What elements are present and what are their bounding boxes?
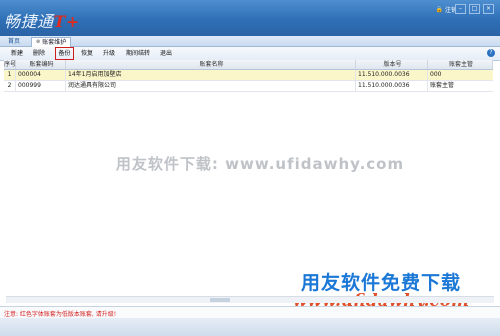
app-logo: 畅捷通T+ — [4, 8, 80, 31]
table-row[interactable]: 1 000004 14年1月启用加壁店 11.510.000.0036 000 — [4, 70, 493, 81]
maximize-button[interactable]: □ — [469, 4, 480, 14]
lock-icon: 🔒 — [435, 6, 443, 13]
new-button[interactable]: 新建 — [10, 49, 24, 58]
row-account-name: 润达通具有限公司 — [66, 81, 356, 91]
tab-label: 账套维护 — [42, 39, 67, 46]
backup-button[interactable]: 备份 — [55, 47, 74, 60]
account-table: 序号 账套编码 账套名称 版本号 账套主管 1 000004 14年1月启用加壁… — [4, 60, 493, 92]
horizontal-scrollbar[interactable] — [6, 296, 494, 303]
help-icon[interactable]: ? — [487, 49, 495, 57]
row-index: 1 — [4, 70, 16, 80]
header-index[interactable]: 序号 — [4, 60, 16, 69]
row-supervisor: 000 — [430, 71, 442, 78]
period-carryover-button[interactable]: 期间结转 — [124, 49, 152, 58]
tab-home[interactable]: 首页 — [4, 37, 24, 46]
app-window: 畅捷通T+ 🔒 注销 – □ × 首页 ⊗ 账套维护 新建 删除 备份 恢复 升… — [0, 0, 500, 336]
row-account-code: 000004 — [16, 70, 66, 80]
delete-button[interactable]: 删除 — [32, 49, 46, 58]
upgrade-button[interactable]: 升级 — [102, 49, 116, 58]
row-version: 11.510.000.0036 — [356, 81, 428, 91]
status-message: 注意: 红色字体账套为低版本账套, 请升级! — [4, 311, 117, 318]
header-supervisor[interactable]: 账套主管 — [428, 60, 493, 69]
row-account-code: 000999 — [16, 81, 66, 91]
exit-button[interactable]: 退出 — [159, 49, 173, 58]
close-button[interactable]: × — [483, 4, 494, 14]
header-version[interactable]: 版本号 — [356, 60, 428, 69]
minimize-button[interactable]: – — [455, 4, 466, 14]
watermark-center: 用友软件下载: www.ufidawhy.com — [115, 155, 405, 173]
row-supervisor: 账套主管 — [430, 82, 455, 89]
logout-button[interactable]: 🔒 注销 — [436, 5, 458, 14]
header-account-code[interactable]: 账套编码 — [16, 60, 66, 69]
toolbar: 新建 删除 备份 恢复 升级 期间结转 退出 ? — [0, 47, 500, 61]
table-header-row: 序号 账套编码 账套名称 版本号 账套主管 — [4, 60, 493, 70]
tab-bar: 首页 ⊗ 账套维护 — [0, 36, 500, 47]
restore-button[interactable]: 恢复 — [80, 49, 94, 58]
tab-account-maintenance[interactable]: ⊗ 账套维护 — [31, 37, 72, 47]
row-version: 11.510.000.0036 — [356, 70, 428, 80]
row-account-name: 14年1月启用加壁店 — [66, 70, 356, 80]
tab-close-icon[interactable]: ⊗ — [36, 38, 40, 47]
table-row[interactable]: 2 000999 润达通具有限公司 11.510.000.0036 账套主管 — [4, 81, 493, 92]
header-account-name[interactable]: 账套名称 — [66, 60, 356, 69]
scrollbar-thumb[interactable] — [210, 298, 230, 302]
bottom-bar — [0, 318, 500, 336]
window-controls: – □ × — [455, 4, 494, 14]
row-index: 2 — [4, 81, 16, 91]
logo-text: 畅捷通 — [4, 12, 54, 31]
app-header: 畅捷通T+ 🔒 注销 – □ × — [0, 0, 500, 36]
logo-suffix: T+ — [53, 12, 80, 31]
